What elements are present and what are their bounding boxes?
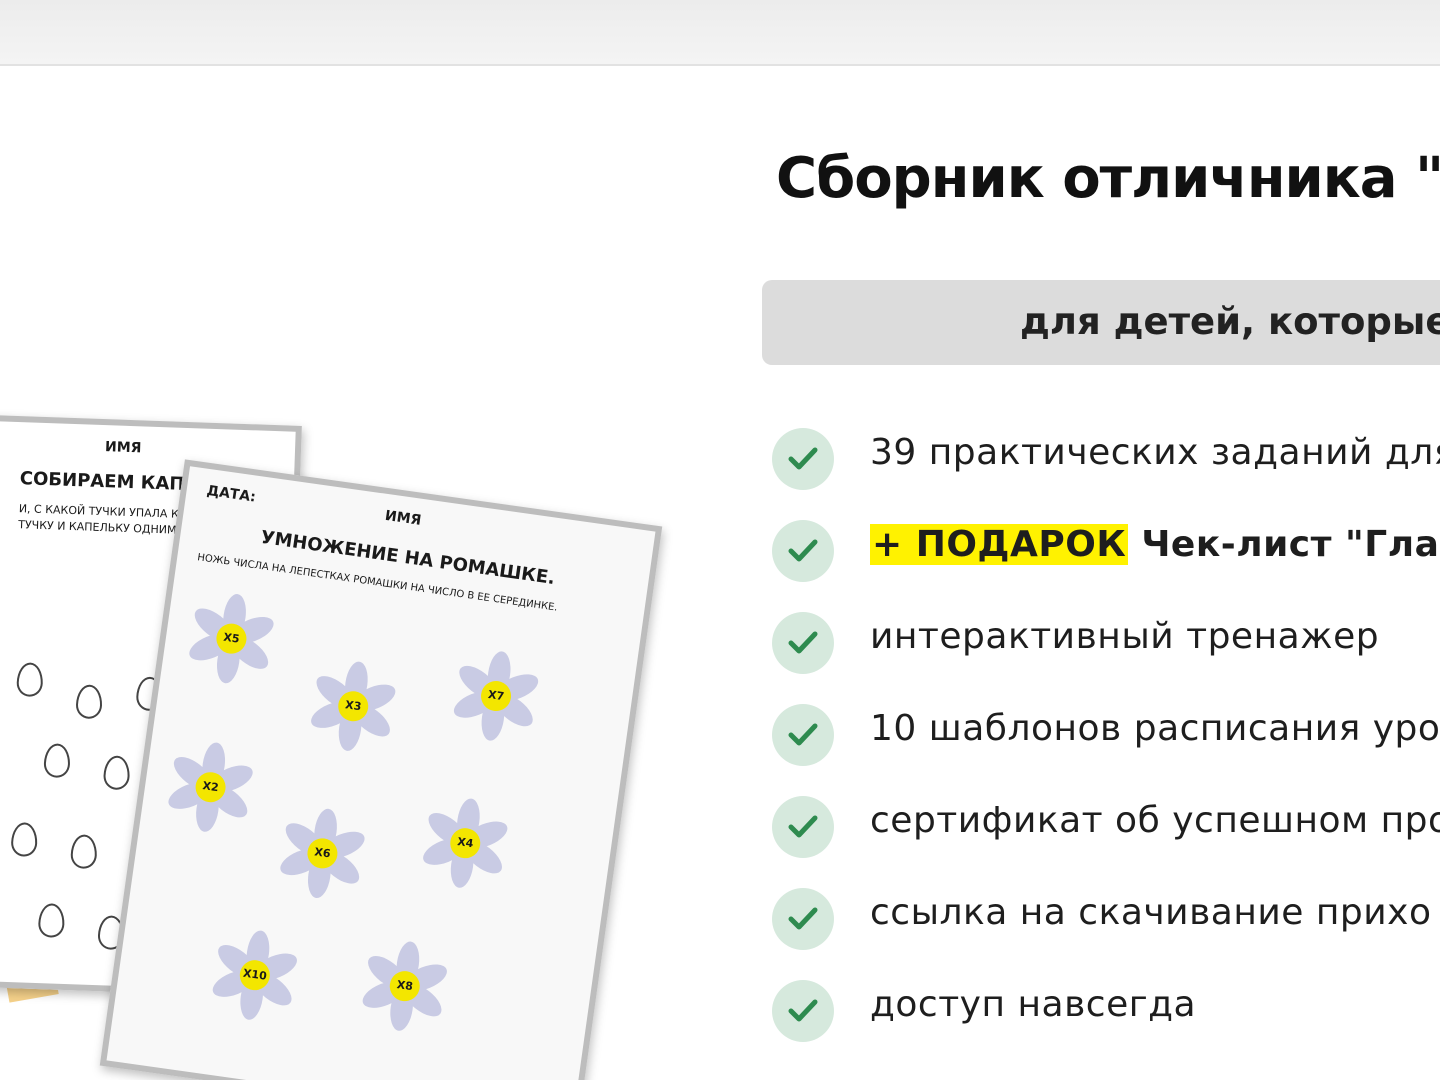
raindrop-icon	[43, 743, 71, 779]
gift-highlight: + ПОДАРОК	[870, 524, 1129, 565]
feature-text: ссылка на скачивание прихо	[870, 892, 1432, 933]
check-icon	[772, 704, 834, 766]
worksheet-daisy-multiplication: ДАТА: ИМЯ УМНОЖЕНИЕ НА РОМАШКЕ. НОЖЬ ЧИС…	[99, 459, 663, 1080]
feature-text: доступ навсегда	[870, 984, 1197, 1025]
feature-text: интерактивный тренажер	[870, 616, 1380, 657]
raindrop-icon	[70, 834, 98, 870]
product-subtitle: для детей, которые	[1020, 300, 1440, 343]
feature-item: доступ навсегда	[772, 972, 1440, 1042]
daisy-icon: X6	[272, 803, 374, 905]
feature-text: сертификат об успешном про	[870, 800, 1440, 841]
check-icon	[772, 612, 834, 674]
daisy-icon: X3	[302, 655, 404, 757]
product-title: Сборник отличника "Е	[776, 146, 1440, 211]
top-header-bar	[0, 0, 1440, 66]
raindrop-icon	[37, 903, 66, 938]
feature-item-gift: + ПОДАРОК Чек-лист "Гласные	[772, 512, 1440, 582]
worksheet-title: УМНОЖЕНИЕ НА РОМАШКЕ.	[259, 526, 557, 589]
raindrop-icon	[103, 755, 131, 791]
worksheet-name-label: ИМЯ	[383, 507, 423, 529]
check-icon	[772, 980, 834, 1042]
daisy-icon: X7	[445, 645, 547, 747]
daisy-icon: X2	[160, 736, 262, 838]
raindrop-icon	[10, 822, 38, 857]
feature-item: ссылка на скачивание прихо	[772, 880, 1440, 950]
worksheet-name-label: ИМЯ	[104, 439, 142, 457]
worksheet-date-label: ДАТА:	[205, 482, 257, 506]
feature-text: 39 практических заданий для	[870, 432, 1440, 473]
daisy-icon: X10	[204, 924, 306, 1026]
feature-item: интерактивный тренажер	[772, 604, 1440, 674]
check-icon	[772, 520, 834, 582]
feature-text: + ПОДАРОК Чек-лист "Гласные	[870, 524, 1440, 576]
feature-item: 39 практических заданий для	[772, 420, 1440, 490]
product-illustration: ИМЯ СОБИРАЕМ КАПЕЛЬКИ И, С КАКОЙ ТУЧКИ У…	[0, 380, 700, 1080]
raindrop-icon	[75, 684, 103, 720]
feature-item: 10 шаблонов расписания уро	[772, 696, 1440, 766]
feature-item: сертификат об успешном про	[772, 788, 1440, 858]
daisy-icon: X4	[414, 792, 516, 894]
daisy-icon: X5	[181, 588, 283, 690]
check-icon	[772, 796, 834, 858]
raindrop-icon	[16, 662, 44, 698]
feature-text: 10 шаблонов расписания уро	[870, 708, 1440, 749]
check-icon	[772, 888, 834, 950]
gift-description: Чек-лист "Гласные	[1141, 524, 1440, 565]
check-icon	[772, 428, 834, 490]
daisy-icon: X8	[354, 935, 456, 1037]
